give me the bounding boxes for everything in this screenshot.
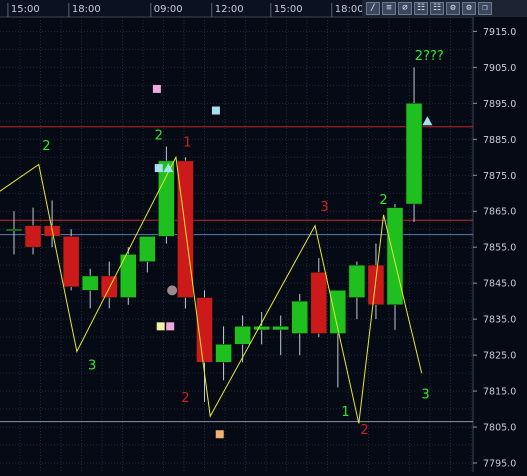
price-axis-label: 7825.0 — [483, 351, 516, 362]
time-axis-label: 12:00 — [215, 4, 244, 15]
wave-label: 3 — [320, 200, 328, 215]
price-axis-label: 7875.0 — [483, 171, 516, 182]
marker-square — [152, 84, 161, 93]
wave-label: 2 — [379, 193, 387, 208]
candle-up — [386, 207, 404, 305]
candle-up — [291, 300, 308, 334]
wave-label: 2??? — [415, 49, 444, 64]
wave-label: 1 — [341, 405, 349, 420]
marker-circle — [167, 285, 178, 296]
marker-square — [166, 322, 175, 331]
price-axis-label: 7915.0 — [483, 27, 516, 38]
wave-label: 2 — [360, 423, 368, 438]
hlines-icon[interactable]: ≡ — [382, 2, 396, 15]
candle-up — [253, 326, 270, 331]
marker-square — [215, 430, 224, 439]
candle-up — [234, 326, 251, 345]
gear2-icon[interactable]: ⚙ — [462, 2, 476, 15]
price-axis-label: 7845.0 — [483, 279, 516, 290]
chart-background — [0, 0, 527, 472]
gear-icon[interactable]: ⚙ — [446, 2, 460, 15]
price-axis-label: 7905.0 — [483, 63, 516, 74]
price-axis-label: 7885.0 — [483, 135, 516, 146]
time-axis-label: 15:00 — [274, 4, 303, 15]
fib-icon[interactable]: ⌀ — [398, 2, 412, 15]
candle-up — [5, 228, 23, 231]
price-axis-label: 7815.0 — [483, 387, 516, 398]
price-axis-label: 7805.0 — [483, 423, 516, 434]
wave-label: 3 — [421, 387, 429, 402]
candle-up — [348, 264, 366, 298]
candle-up — [215, 344, 232, 363]
grid2-icon[interactable]: ☷ — [430, 2, 444, 15]
candle-up — [158, 160, 175, 237]
chart-area: 15:0018:0009:0012:0015:0018:0009:007915.… — [0, 0, 527, 472]
candle-down — [310, 272, 328, 334]
candle-up — [272, 326, 289, 331]
price-axis-label: 7835.0 — [483, 315, 516, 326]
pen-icon[interactable]: / — [366, 2, 380, 15]
candle-down — [62, 236, 80, 288]
wave-label: 3 — [88, 358, 96, 373]
time-axis-label: 15:00 — [11, 4, 40, 15]
candlestick-chart: 15:0018:0009:0012:0015:0018:0009:007915.… — [0, 0, 527, 472]
wave-label: 2 — [155, 128, 163, 143]
time-axis-label: 09:00 — [154, 4, 183, 15]
grid-icon[interactable]: ☷ — [414, 2, 428, 15]
price-axis-label: 7855.0 — [483, 243, 516, 254]
candle-up — [81, 275, 99, 291]
price-axis-label: 7795.0 — [483, 459, 516, 470]
candle-down — [101, 275, 118, 298]
candle-down — [24, 225, 42, 248]
wave-label: 2 — [42, 139, 50, 154]
chart-toolbar: / ≡ ⌀ ☷ ☷ ⚙ ⚙ ❐ — [362, 0, 527, 17]
wave-label: 2 — [181, 391, 189, 406]
time-axis-label: 18:00 — [335, 4, 364, 15]
price-axis-label: 7865.0 — [483, 207, 516, 218]
marker-square — [154, 164, 163, 173]
marker-square — [156, 322, 165, 331]
candle-up — [139, 236, 156, 262]
time-axis-label: 18:00 — [72, 4, 101, 15]
wave-label: 1 — [183, 135, 191, 150]
candle-up — [405, 103, 423, 205]
candle-down — [367, 264, 385, 305]
price-axis-label: 7895.0 — [483, 99, 516, 110]
window-icon[interactable]: ❐ — [478, 2, 492, 15]
marker-square — [211, 106, 220, 115]
